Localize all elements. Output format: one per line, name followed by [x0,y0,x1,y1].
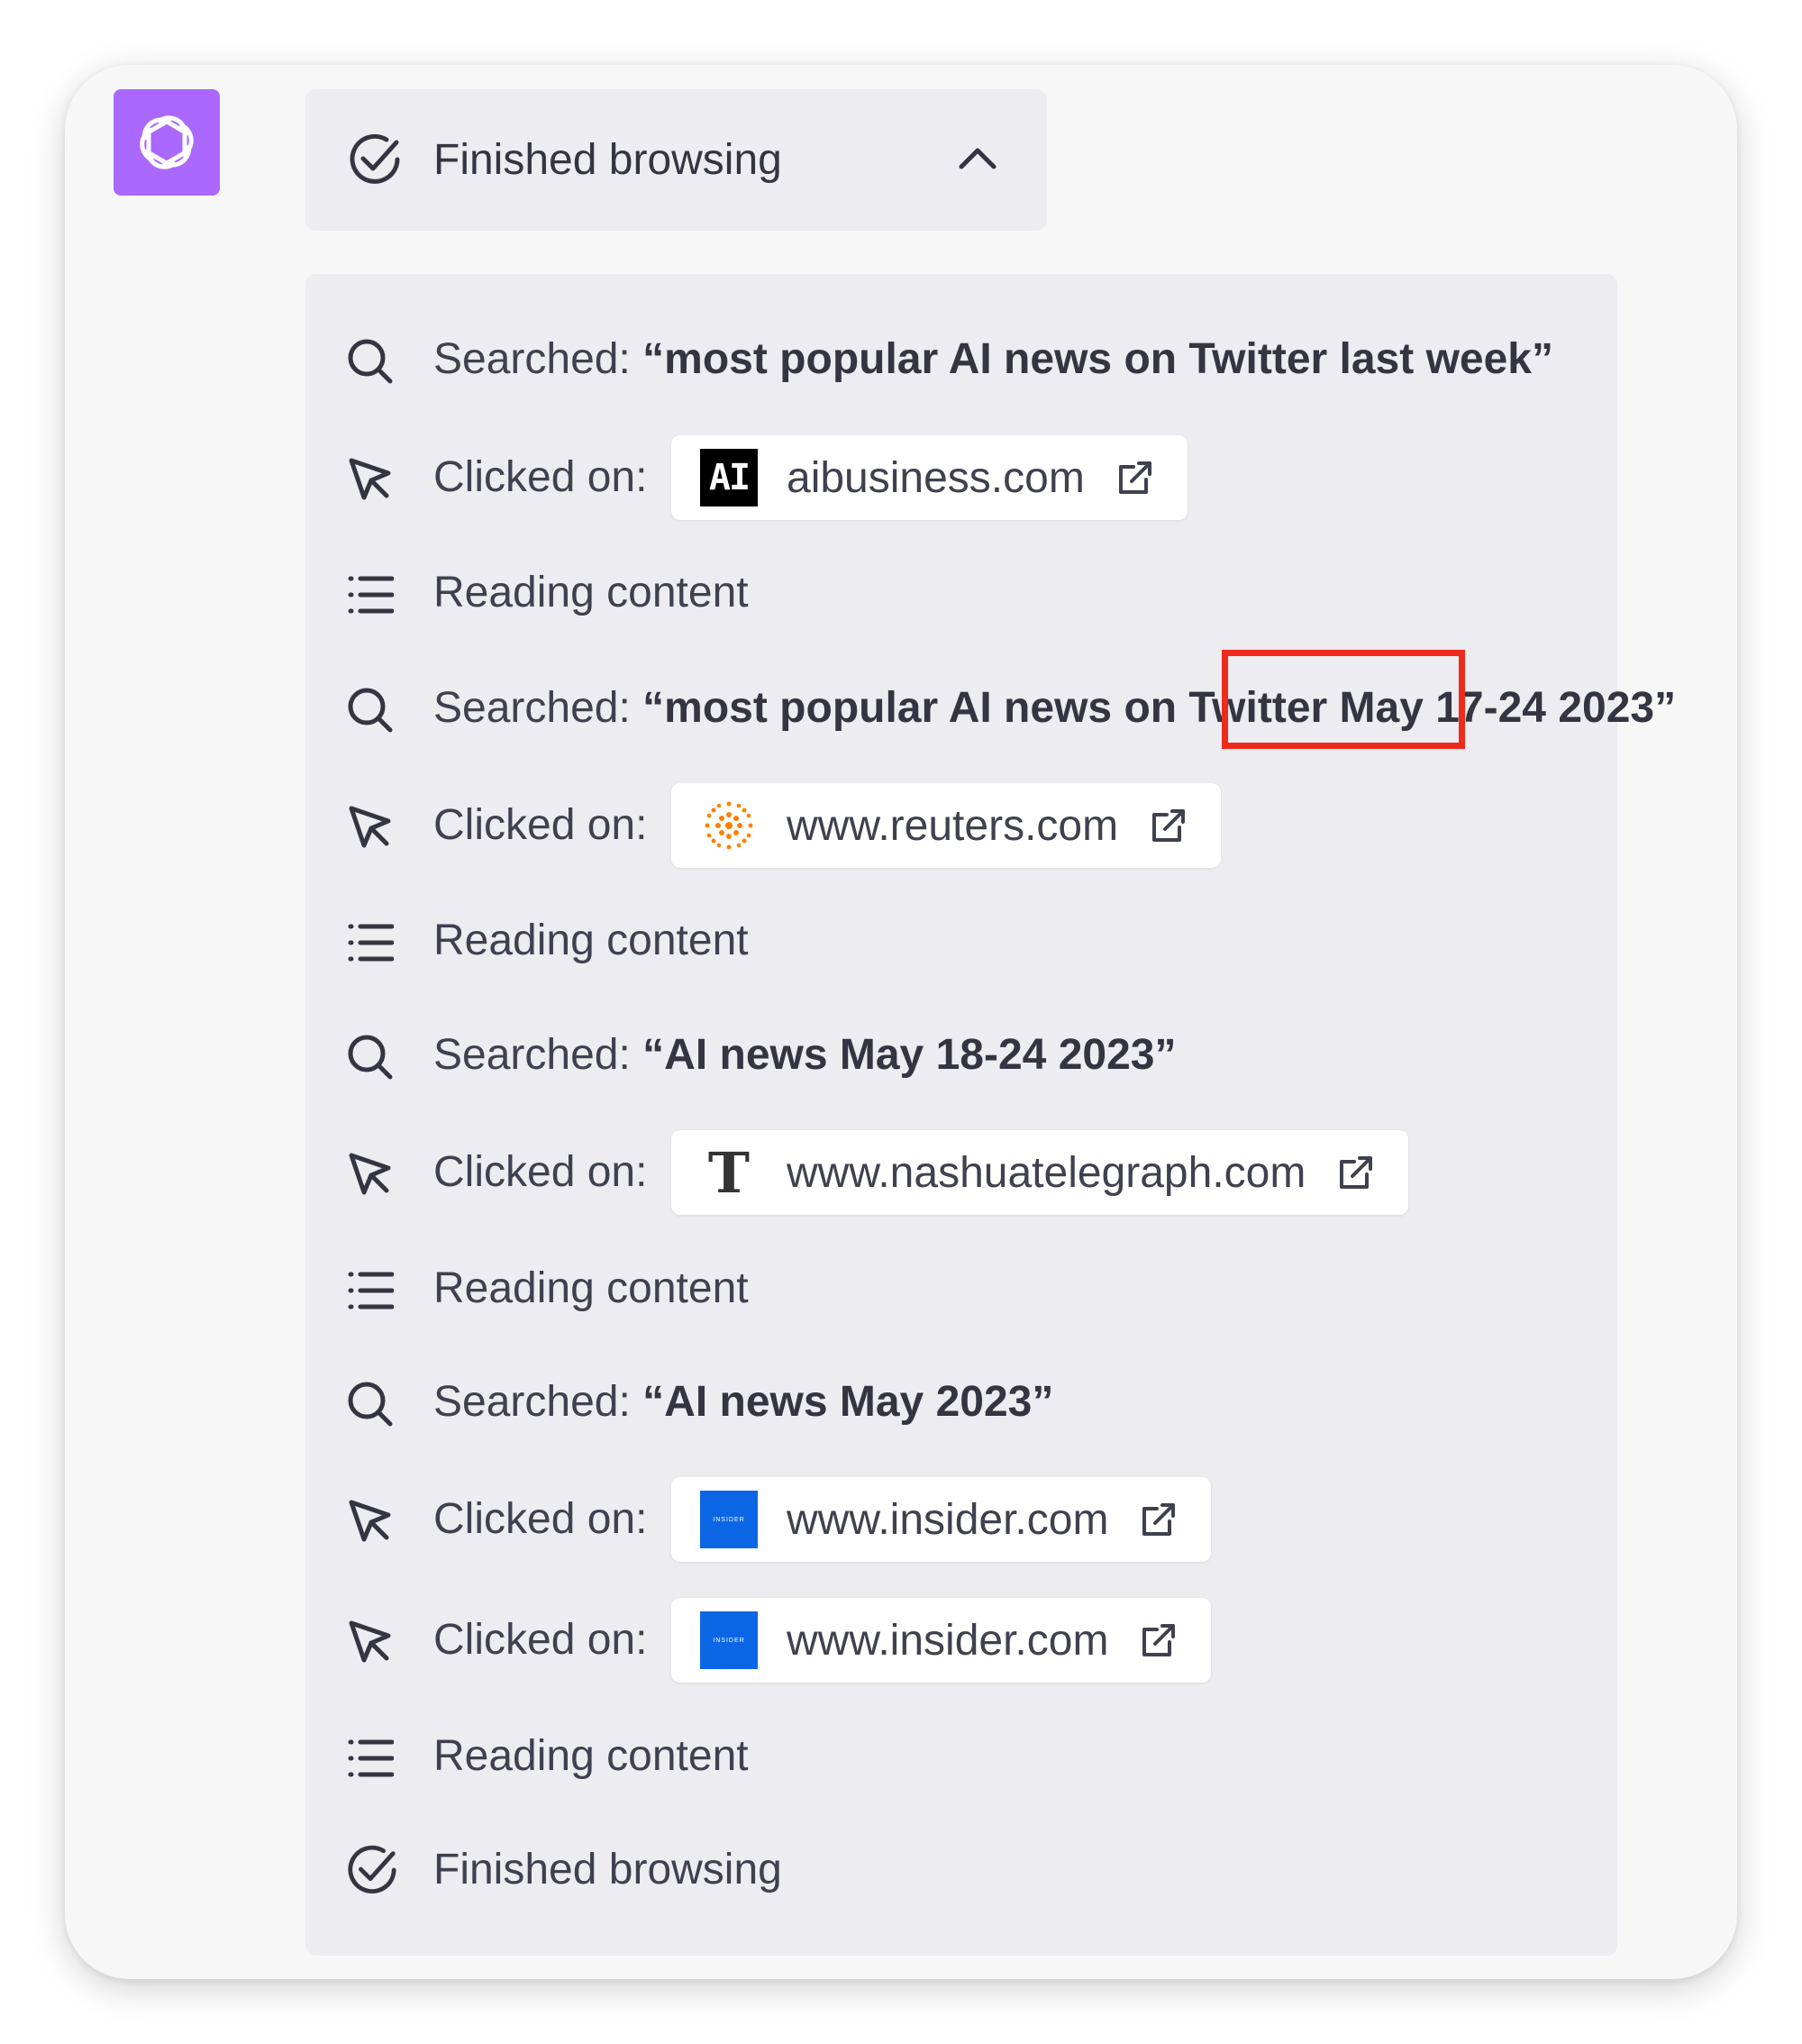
browsing-steps-panel: Searched: “most popular AI news on Twitt… [305,274,1676,1956]
cursor-icon [349,1620,391,1663]
step-finished: Finished browsing [305,1827,1617,1913]
chevron-up-icon[interactable] [955,136,1000,181]
step-search: Searched: “most popular AI news on Twitt… [305,316,1617,403]
source-link-aibusiness[interactable]: AI aibusiness.com [671,435,1188,520]
check-circle-icon [348,1845,396,1893]
search-query: “AI news May 2023” [642,1378,1054,1426]
insider-favicon: INSIDER [700,1611,758,1669]
step-label: Reading content [433,569,749,616]
cursor-icon [349,1153,391,1195]
source-url: www.reuters.com [787,801,1119,850]
reuters-favicon [700,797,758,854]
step-label: Reading content [433,1264,749,1312]
browsing-status-title: Finished browsing [433,136,782,184]
cursor-icon [349,458,391,500]
source-link-insider[interactable]: INSIDER www.insider.com [671,1598,1212,1683]
chatgpt-logo-icon [114,89,220,196]
source-link-reuters[interactable]: www.reuters.com [671,783,1222,868]
search-query: “most popular AI news on Twitter May 17-… [642,684,1677,732]
date-highlight-annotation [1222,650,1465,749]
step-label: Clicked on: [433,453,648,501]
step-label: Clicked on: [433,1495,648,1543]
step-click: Clicked on: www.reuters.com [305,782,1617,869]
source-url: www.insider.com [787,1616,1109,1665]
step-label: Searched: [433,335,631,383]
external-link-icon [1115,458,1155,497]
source-link-nashuatelegraph[interactable]: T www.nashuatelegraph.com [671,1130,1409,1215]
search-icon [348,688,393,733]
step-click: Clicked on: INSIDER www.insider.com [305,1476,1617,1563]
insider-favicon: INSIDER [700,1491,758,1548]
step-click: Clicked on: INSIDER www.insider.com [305,1597,1617,1684]
step-click: Clicked on: AI aibusiness.com [305,434,1617,521]
source-url: www.nashuatelegraph.com [787,1148,1306,1197]
step-label: Reading content [433,917,749,964]
search-query: “most popular AI news on Twitter last we… [642,335,1553,383]
cursor-icon [349,806,391,848]
source-url: aibusiness.com [787,453,1085,502]
external-link-icon [1139,1620,1179,1660]
browsing-status-toggle[interactable]: Finished browsing [305,89,1047,231]
step-label: Clicked on: [433,801,648,849]
step-reading: Reading content [305,898,1617,984]
search-icon [348,339,393,384]
step-search: Searched: “AI news May 2023” [305,1359,1617,1446]
external-link-icon [1149,806,1188,845]
cursor-icon [349,1500,391,1542]
external-link-icon [1336,1153,1376,1192]
source-url: www.insider.com [787,1495,1109,1544]
step-label: Searched: [433,1031,631,1079]
source-link-insider[interactable]: INSIDER www.insider.com [671,1477,1212,1562]
step-reading: Reading content [305,1246,1617,1332]
step-label: Clicked on: [433,1616,648,1664]
step-label: Searched: [433,1378,631,1426]
external-link-icon [1139,1500,1179,1539]
list-icon [348,1739,394,1777]
step-reading: Reading content [305,550,1617,636]
list-icon [348,1272,394,1309]
search-icon [348,1035,393,1080]
list-icon [348,576,394,614]
list-icon [348,924,394,962]
search-query: “AI news May 18-24 2023” [642,1031,1177,1079]
aibusiness-favicon: AI [700,449,758,506]
step-search: Searched: “AI news May 18-24 2023” [305,1012,1617,1099]
step-reading: Reading content [305,1713,1617,1800]
step-label: Reading content [433,1732,749,1780]
telegraph-favicon: T [707,1139,751,1206]
step-label: Searched: [433,684,631,732]
search-icon [348,1382,393,1427]
step-label: Clicked on: [433,1148,648,1196]
step-click: Clicked on: T www.nashuatelegraph.com [305,1129,1617,1216]
step-label: Finished browsing [433,1846,782,1893]
check-circle-icon [350,133,400,184]
